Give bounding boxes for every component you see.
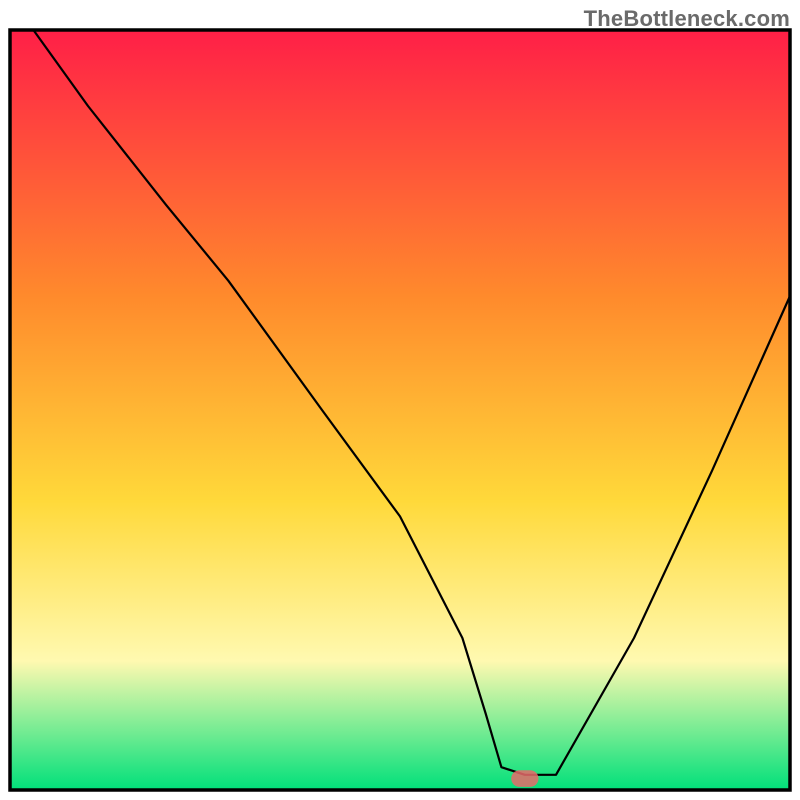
chart-container: TheBottleneck.com xyxy=(0,0,800,800)
plot-area xyxy=(10,30,790,790)
watermark-label: TheBottleneck.com xyxy=(584,6,790,32)
sweet-spot-marker xyxy=(511,770,538,787)
bottleneck-chart xyxy=(0,0,800,800)
gradient-background xyxy=(10,30,790,790)
